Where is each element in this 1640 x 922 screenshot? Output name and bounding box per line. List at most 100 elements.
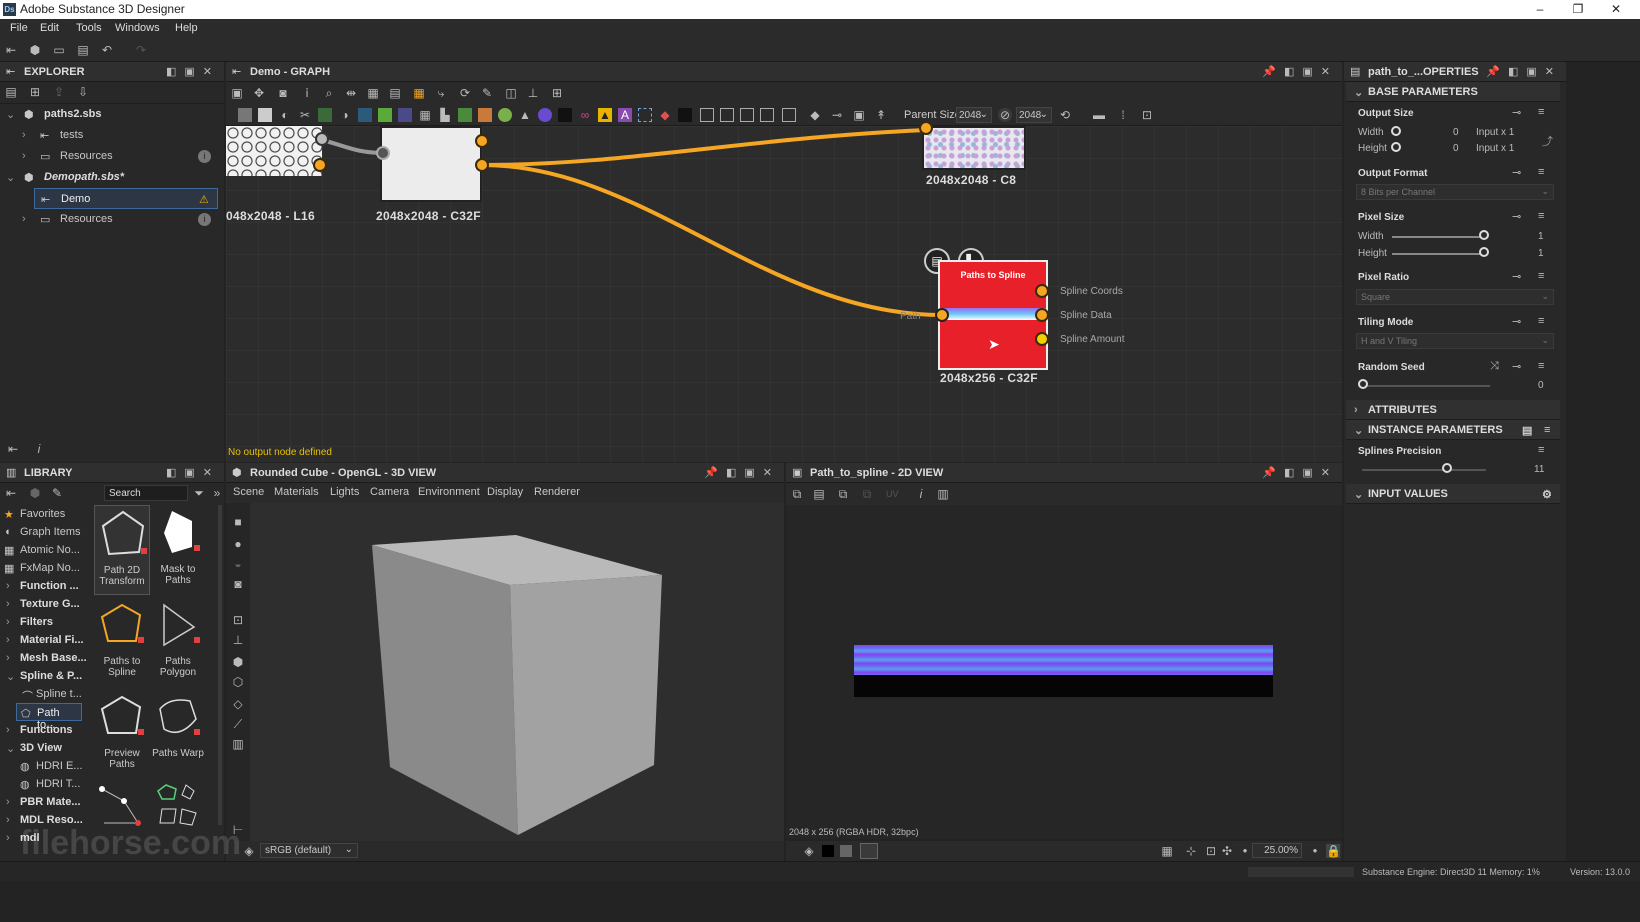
panel-buttons[interactable]: 📌◧▣✕ <box>1262 466 1338 480</box>
library-item-mask-to-paths[interactable]: Mask to Paths <box>150 505 206 595</box>
switch-icon[interactable] <box>740 108 754 122</box>
remove-icon[interactable]: ⬢ <box>28 486 42 500</box>
save-icon[interactable]: ▤ <box>4 85 18 99</box>
hsl-icon[interactable] <box>538 108 552 122</box>
transform-icon[interactable] <box>358 108 372 122</box>
add-icon[interactable]: ⇤ <box>4 486 18 500</box>
node-c32f-output-port[interactable] <box>475 158 489 172</box>
library-search-input[interactable]: Search <box>104 485 188 501</box>
expose-icon[interactable]: ⊸ <box>1512 315 1521 328</box>
align-icon[interactable]: ⇹ <box>344 86 358 100</box>
new-icon[interactable]: ⊞ <box>28 85 42 99</box>
output-spline-amount-port[interactable] <box>1035 332 1049 346</box>
edit-icon[interactable]: ✎ <box>50 486 64 500</box>
library-item-paths-warp[interactable]: Paths Warp <box>150 689 206 779</box>
height-value[interactable]: 0 <box>1453 143 1459 154</box>
pixel-height-slider[interactable] <box>1392 253 1486 255</box>
zoom-in-icon[interactable]: ● <box>1308 844 1322 858</box>
tile-icon[interactable]: ▦ <box>418 108 432 122</box>
expose-icon[interactable]: ⊸ <box>1512 360 1521 373</box>
section-input-values[interactable]: ⌄ INPUT VALUES ⚙ <box>1346 484 1560 504</box>
edit-icon[interactable]: ▤ <box>1522 424 1532 437</box>
menu-windows[interactable]: Windows <box>115 22 160 34</box>
menu-display[interactable]: Display <box>487 486 523 498</box>
pin-icon[interactable]: ⊸ <box>830 108 844 122</box>
copy-icon[interactable]: ⧉ <box>790 487 804 501</box>
close-button[interactable]: ✕ <box>1598 0 1634 19</box>
library-category-filters[interactable]: › Filters <box>0 613 90 631</box>
panel-buttons[interactable]: ◧▣✕ <box>166 466 220 480</box>
colorspace-dropdown[interactable]: sRGB (default) ⌄ <box>260 843 358 858</box>
library-category-spline-tools[interactable]: ⌒ Spline t... <box>0 685 90 703</box>
publish-icon[interactable]: ⇩ <box>76 85 90 99</box>
node-c8-input-port[interactable] <box>919 121 933 135</box>
library-item-path-2d-transform[interactable]: Path 2D Transform <box>94 505 150 595</box>
pixel-ratio-dropdown[interactable]: Square ⌄ <box>1356 289 1554 305</box>
mesh-icon[interactable]: ⬢ <box>231 655 245 669</box>
pixel-processor-icon[interactable]: ∞ <box>578 108 592 122</box>
expose-icon[interactable]: ⊸ <box>1512 210 1521 223</box>
snapshot-icon[interactable]: ◙ <box>231 577 245 591</box>
camera-icon[interactable]: ■ <box>231 515 245 529</box>
info-icon[interactable]: i <box>32 442 46 456</box>
tree-item-paths2[interactable]: ⌄ ⬢ paths2.sbs <box>0 104 224 125</box>
tiling-mode-dropdown[interactable]: H and V Tiling ⌄ <box>1356 333 1554 349</box>
library-item-preview-paths[interactable]: Preview Paths <box>94 689 150 779</box>
settings-icon[interactable]: ⚙ <box>1542 488 1552 501</box>
menu-icon[interactable]: ≡ <box>1538 315 1544 327</box>
node-c32f-input-port[interactable] <box>376 146 390 160</box>
node-c8-thumbnail[interactable] <box>922 126 1026 170</box>
wireframe-icon[interactable]: ⬡ <box>231 675 245 689</box>
redo-icon[interactable]: ↷ <box>134 43 148 57</box>
blur-icon[interactable] <box>398 108 412 122</box>
random-seed-slider[interactable] <box>1362 385 1490 387</box>
slider-knob[interactable] <box>1479 247 1489 257</box>
info-icon[interactable]: i <box>914 487 928 501</box>
layers-icon[interactable]: ◇ <box>231 697 245 711</box>
nav-pin-icon[interactable]: ↟ <box>874 108 888 122</box>
menu-icon[interactable]: ≡ <box>1544 424 1550 436</box>
camera-icon[interactable]: ◙ <box>276 86 290 100</box>
frame-icon[interactable]: ⊡ <box>231 613 245 627</box>
expose-icon[interactable]: ⊸ <box>1512 270 1521 283</box>
env-icon[interactable]: ◒ <box>231 557 245 571</box>
double-chevron-right-icon[interactable]: » <box>210 486 224 500</box>
menu-tools[interactable]: Tools <box>76 22 102 34</box>
tree-item-resources-2[interactable]: › ▭ Resources i <box>0 209 224 230</box>
node-l16-output-port[interactable] <box>313 158 327 172</box>
layers-icon[interactable]: ◈ <box>242 844 256 858</box>
zoom-out-icon[interactable]: ● <box>1238 844 1252 858</box>
height-knob[interactable] <box>1391 142 1401 152</box>
splines-precision-slider[interactable] <box>1362 469 1486 471</box>
size-dropdown[interactable]: 2048 ⌄ <box>1016 107 1052 123</box>
library-item-paths-polygon[interactable]: Paths Polygon <box>150 597 206 687</box>
refresh-icon[interactable]: ⟳ <box>458 86 472 100</box>
normal-icon[interactable] <box>458 108 472 122</box>
paint-icon[interactable]: ◆ <box>658 108 672 122</box>
library-category-material-filters[interactable]: › Material Fi... <box>0 631 90 649</box>
histogram-icon[interactable]: ▥ <box>936 487 950 501</box>
output-spline-coords-port[interactable] <box>1035 284 1049 298</box>
library-category-functions[interactable]: › Functions <box>0 721 90 739</box>
menu-lights[interactable]: Lights <box>330 486 359 498</box>
section-base-parameters[interactable]: ⌄ BASE PARAMETERS <box>1346 82 1560 102</box>
bake-icon[interactable]: ◫ <box>504 86 518 100</box>
grid-icon[interactable]: ▦ <box>1160 844 1174 858</box>
gradient-icon[interactable] <box>318 108 332 122</box>
text-icon[interactable]: A <box>618 108 632 122</box>
curve-icon[interactable]: ✂ <box>298 108 312 122</box>
slider-knob[interactable] <box>1479 230 1489 240</box>
reset-icon[interactable]: ⟲ <box>1058 108 1072 122</box>
tree-item-resources[interactable]: › ▭ Resources i <box>0 146 224 167</box>
menu-icon[interactable]: ≡ <box>1538 360 1544 372</box>
menu-renderer[interactable]: Renderer <box>534 486 580 498</box>
tree-item-demo[interactable]: ⇤ Demo ⚠ <box>34 188 218 209</box>
frame-icon[interactable]: ▣ <box>230 86 244 100</box>
grid-icon[interactable]: ▤ <box>388 86 402 100</box>
expose-icon[interactable]: ⊸ <box>1512 166 1521 179</box>
2d-viewport[interactable]: 2048 x 256 (RGBA HDR, 32bpc) <box>786 505 1342 839</box>
export-icon[interactable]: ⧉ <box>836 487 850 501</box>
open-folder-icon[interactable]: ▭ <box>52 43 66 57</box>
tree-item-demopath[interactable]: ⌄ ⬢ Demopath.sbs* <box>0 167 224 188</box>
menu-camera[interactable]: Camera <box>370 486 409 498</box>
